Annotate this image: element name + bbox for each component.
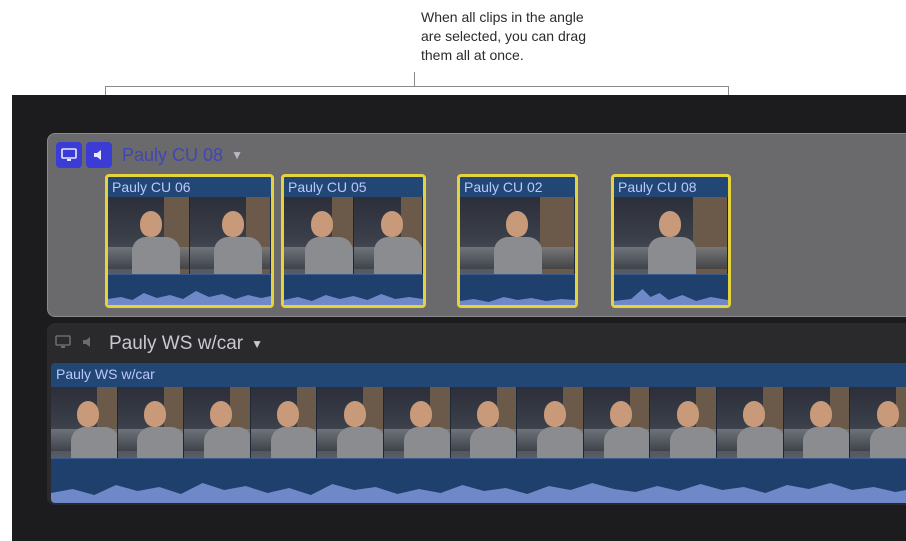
callout-bracket — [105, 86, 729, 87]
clip[interactable]: Pauly CU 06 — [105, 174, 274, 308]
clip[interactable]: Pauly CU 08 — [611, 174, 731, 308]
thumbnail — [783, 387, 851, 459]
thumbnail — [460, 197, 575, 277]
clip-label: Pauly CU 02 — [464, 179, 543, 195]
clip-label: Pauly CU 08 — [618, 179, 697, 195]
callout-annotation: When all clips in the angle are selected… — [421, 8, 681, 65]
speaker-icon[interactable] — [81, 335, 95, 353]
thumbnail — [284, 197, 354, 277]
thumbnail — [250, 387, 318, 459]
clip-thumbnails — [614, 197, 728, 277]
audio-waveform — [108, 274, 271, 305]
thumbnail — [450, 387, 518, 459]
angle-inactive[interactable]: Pauly WS w/car ▼ Pauly WS w/car — [47, 323, 906, 505]
audio-waveform — [460, 274, 575, 305]
thumbnail — [51, 387, 118, 459]
thumbnail — [850, 387, 906, 459]
chevron-down-icon[interactable]: ▼ — [231, 148, 243, 162]
clip-thumbnails — [284, 197, 423, 277]
thumbnail — [117, 387, 185, 459]
clip[interactable]: Pauly CU 05 — [281, 174, 426, 308]
angle-active[interactable]: Pauly CU 08 ▼ Pauly CU 06 Pauly CU 05 Pa… — [47, 133, 906, 317]
speaker-icon[interactable] — [86, 142, 112, 168]
thumbnail — [614, 197, 728, 277]
thumbnail — [353, 197, 423, 277]
clip-label: Pauly WS w/car — [56, 366, 155, 382]
thumbnail — [517, 387, 584, 459]
monitor-icon[interactable] — [55, 335, 71, 353]
clip-thumbnails — [108, 197, 271, 277]
clip-thumbnails — [460, 197, 575, 277]
callout-bracket-right — [728, 86, 729, 95]
thumbnail — [184, 387, 251, 459]
clip[interactable]: Pauly CU 02 — [457, 174, 578, 308]
chevron-down-icon[interactable]: ▼ — [251, 337, 263, 351]
thumbnail — [189, 197, 271, 277]
monitor-icon[interactable] — [56, 142, 82, 168]
clip-label: Pauly CU 05 — [288, 179, 367, 195]
angle-header: Pauly CU 08 ▼ — [56, 142, 243, 168]
callout-bracket-left — [105, 86, 106, 95]
angle-header: Pauly WS w/car ▼ — [55, 331, 263, 357]
clip-thumbnails — [51, 387, 906, 459]
clip-label: Pauly CU 06 — [112, 179, 191, 195]
thumbnail — [317, 387, 385, 459]
timeline[interactable]: Pauly CU 08 ▼ Pauly CU 06 Pauly CU 05 Pa… — [12, 95, 906, 541]
thumbnail — [108, 197, 190, 277]
audio-waveform — [284, 274, 423, 305]
angle-title[interactable]: Pauly CU 08 — [122, 145, 223, 166]
callout-pointer — [414, 72, 415, 87]
audio-waveform — [614, 274, 728, 305]
angle-title[interactable]: Pauly WS w/car — [109, 333, 243, 355]
thumbnail — [717, 387, 784, 459]
audio-waveform — [51, 458, 906, 503]
callout-line: them all at once. — [421, 47, 524, 63]
thumbnail — [583, 387, 651, 459]
callout-line: are selected, you can drag — [421, 28, 586, 44]
thumbnail — [384, 387, 451, 459]
callout-line: When all clips in the angle — [421, 9, 584, 25]
clip[interactable]: Pauly WS w/car — [51, 363, 906, 503]
thumbnail — [650, 387, 718, 459]
